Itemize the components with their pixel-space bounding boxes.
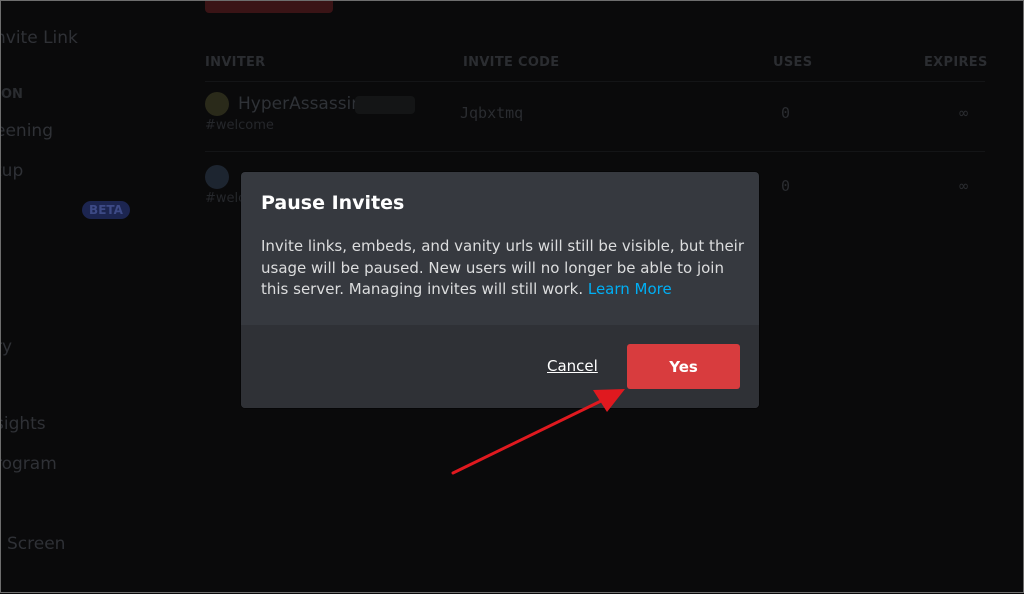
arrow-shaft (451, 399, 603, 475)
arrow-head (593, 389, 625, 412)
annotation-arrow (451, 389, 625, 475)
